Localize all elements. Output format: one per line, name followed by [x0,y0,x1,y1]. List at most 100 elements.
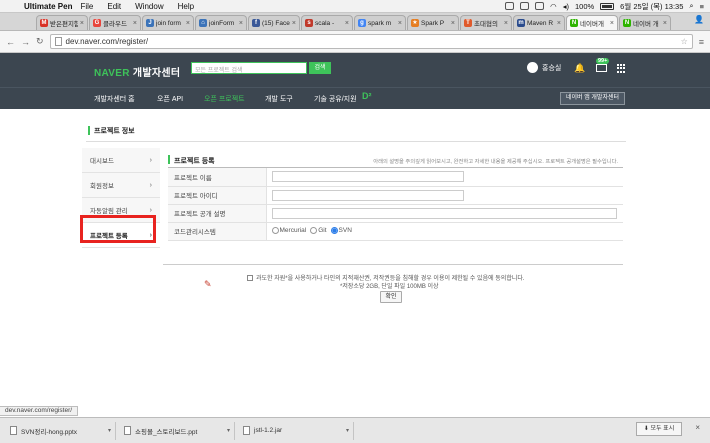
back-icon[interactable]: ← [6,37,15,47]
close-icon[interactable]: × [345,20,349,27]
status-url-tooltip: dev.naver.com/register/ [0,406,79,416]
status-icon[interactable] [535,2,545,10]
list-icon[interactable]: ≡ [700,2,704,11]
clock[interactable]: 6월 25일 (목) 13:35 [620,1,683,12]
browser-tab-active[interactable]: N 네이버개 × [566,15,618,30]
profile-icon[interactable]: 👤 [694,15,706,27]
field-label: 프로젝트 공개 설명 [168,204,267,223]
agree-footnote: *저장소당 2GB, 단일 파일 100MB 이상 [340,284,439,290]
nav-item-dev-tools[interactable]: 개발 도구 [265,94,293,104]
menu-window[interactable]: Window [135,2,163,11]
close-icon[interactable]: × [80,20,84,27]
download-item[interactable]: SVN정리-hong.pptx ▾ [6,421,116,440]
show-all-downloads-button[interactable]: ⬇ 모두 표시 [636,422,682,436]
browser-tab[interactable]: g spark m × [354,15,406,30]
browser-tab[interactable]: ⌂ joinForm × [195,15,247,30]
section-title: 프로젝트 등록 [174,158,215,165]
tab-strip: M 받은편지함 × G 클라우드 × Jjoin form × ⌂ joinForm × f(… [0,13,710,31]
close-icon[interactable]: × [451,20,455,27]
menu-icon[interactable]: ≡ [699,37,704,47]
project-id-input[interactable] [271,189,464,201]
close-icon[interactable]: × [610,20,614,27]
close-icon[interactable]: × [133,20,137,27]
search-icon[interactable]: ⌕ [689,1,693,11]
bookmark-star-icon[interactable]: ☆ [681,37,688,46]
browser-tab[interactable]: T 초대협의 × [460,15,512,30]
radio-button[interactable] [271,227,279,235]
close-icon[interactable]: × [398,20,402,27]
address-bar: ← → ↻ dev.naver.com/register/ ☆ ≡ [0,31,710,53]
project-description-input[interactable] [271,207,617,219]
side-item-dashboard[interactable]: 대시보드 › [82,148,160,173]
vcs-radio-group: Mercurial Git SVN [271,227,624,235]
close-icon[interactable]: × [557,20,561,27]
search-button[interactable]: 검색 [309,62,331,74]
browser-tab[interactable]: M 받은편지함 × [36,15,88,30]
browser-tab[interactable]: f (15) Face × [248,15,300,30]
user-menu[interactable]: 홍승실 [527,62,561,73]
scala-icon: s [305,19,313,27]
nav-item-open-project[interactable]: 오픈 프로젝트 [204,94,245,104]
url-input[interactable]: dev.naver.com/register/ ☆ [49,34,693,49]
menu-edit[interactable]: Edit [107,2,121,11]
chevron-down-icon[interactable]: ▾ [227,427,230,434]
highlight-annotation [80,215,156,243]
radio-button[interactable] [310,227,318,235]
vcs-option-git[interactable]: Git [310,227,327,235]
nav-item-home[interactable]: 개발자센터 홈 [94,94,135,104]
download-item[interactable]: jstl-1.2.jar ▾ [239,421,354,440]
download-item[interactable]: 쇼핑몰_스토리보드.ppt ▾ [120,421,235,440]
browser-tab[interactable]: N 네이버 개 × [619,15,671,30]
system-menubar: Ultimate Pen File Edit Window Help ◠ ◂) … [0,0,710,13]
menu-file[interactable]: File [80,2,93,11]
app-name[interactable]: Ultimate Pen [24,2,72,11]
close-icon[interactable]: × [695,423,700,432]
battery-icon[interactable] [600,2,615,10]
apps-grid-icon[interactable] [617,64,626,73]
page-icon [54,37,62,46]
vcs-option-svn[interactable]: SVN [330,227,352,235]
browser-tab[interactable]: Jjoin form × [142,15,194,30]
menu-help[interactable]: Help [178,2,194,11]
project-form: 프로젝트 이름 프로젝트 아이디 프로젝트 공개 설명 코드관리시스템 Merc… [168,168,623,241]
form-row: 프로젝트 공개 설명 [168,204,623,223]
gmail-icon: M [40,19,48,27]
side-item-member-info[interactable]: 회원정보 › [82,173,160,198]
page-title: 프로젝트 정보 [94,128,135,135]
chevron-down-icon[interactable]: ▾ [108,427,111,434]
project-name-input[interactable] [271,171,464,183]
app-center-button[interactable]: 네이버 앱 개발자센터 [560,92,625,105]
d2-logo[interactable]: D² [362,91,372,101]
close-icon[interactable]: × [504,20,508,27]
radio-button-selected[interactable] [330,227,338,235]
form-row: 프로젝트 아이디 [168,186,623,205]
vcs-option-mercurial[interactable]: Mercurial [271,227,306,235]
reload-icon[interactable]: ↻ [36,36,44,47]
browser-tab[interactable]: s scala - × [301,15,353,30]
form-row: 프로젝트 이름 [168,168,623,187]
close-icon[interactable]: × [663,20,667,27]
nav-item-tech-share[interactable]: 기술 공유/지원 [314,94,357,104]
status-icon[interactable] [520,2,530,10]
forward-icon[interactable]: → [21,37,30,47]
browser-tab[interactable]: G 클라우드 × [89,15,141,30]
bell-icon[interactable]: 🔔 [574,63,585,73]
close-icon[interactable]: × [186,20,190,27]
wifi-icon[interactable]: ◠ [550,2,557,11]
volume-icon[interactable]: ◂) [563,2,569,11]
browser-tab[interactable]: ★ Spark P × [407,15,459,30]
download-bar: SVN정리-hong.pptx ▾ 쇼핑몰_스토리보드.ppt ▾ jstl-1.2… [0,417,710,443]
site-logo[interactable]: NAVER 개발자센터 [94,64,180,79]
nav-item-open-api[interactable]: 오픈 API [157,94,183,104]
chevron-down-icon[interactable]: ▾ [346,427,349,434]
close-icon[interactable]: × [292,20,296,27]
close-icon[interactable]: × [239,20,243,27]
project-search-input[interactable]: 모든 프로젝트 검색 [191,62,307,74]
mail-icon[interactable] [596,64,607,72]
browser-tab[interactable]: m Maven R × [513,15,565,30]
file-icon [10,426,17,435]
confirm-button[interactable]: 확인 [380,291,402,303]
status-icon[interactable] [505,2,515,10]
agree-checkbox[interactable] [247,274,253,281]
maven-icon: m [517,19,525,27]
